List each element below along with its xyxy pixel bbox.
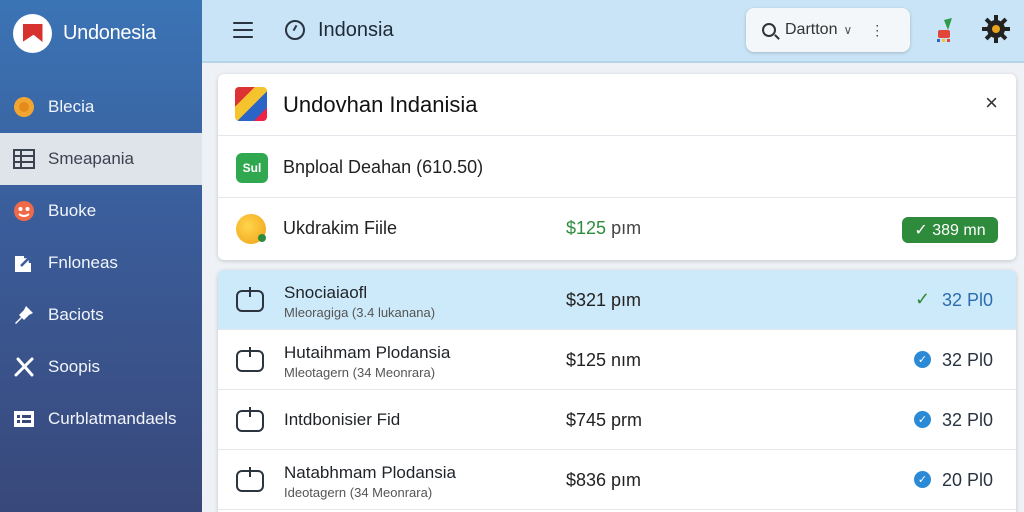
row-name: Natabhmam Plodansia — [284, 463, 456, 482]
file-price: $125 pım — [566, 218, 641, 239]
coin-icon — [13, 96, 35, 118]
check-icon: ✓ — [914, 289, 931, 309]
clock-icon — [285, 20, 305, 40]
status-badge[interactable]: ✓ 389 mn — [902, 217, 998, 243]
search-label: Dartton — [785, 21, 838, 38]
details-card: Undovhan Indanisia × Sul Bnploal Deahan … — [218, 74, 1016, 260]
menu-icon[interactable] — [233, 22, 253, 43]
check-icon: ✓ — [914, 411, 931, 428]
sidebar-item-6[interactable]: Curblatmandaels — [0, 393, 202, 445]
more-options-icon[interactable]: ⋮ — [870, 22, 884, 39]
row-price: $745 prm — [566, 410, 643, 430]
sidebar-item-label: Fnloneas — [48, 253, 118, 272]
external-link-icon — [13, 252, 35, 274]
row-subtitle: Mleotagern (34 Meonrara) — [284, 365, 436, 380]
chevron-down-icon: ∨ — [843, 23, 853, 37]
sidebar-item-0[interactable]: Blecia — [0, 81, 202, 133]
sidebar-item-4[interactable]: Baciots — [0, 289, 202, 341]
timer-icon — [236, 407, 264, 432]
table-icon — [13, 148, 35, 170]
row-value: 20 Pl0 — [942, 470, 994, 490]
gear-icon[interactable] — [981, 14, 1011, 44]
sidebar-item-label: Curblatmandaels — [48, 409, 177, 428]
sidebar-item-5[interactable]: Soopis — [0, 341, 202, 393]
row-value: 32 Pl0 — [942, 290, 994, 310]
tools-icon — [13, 356, 35, 378]
timer-icon — [236, 467, 264, 492]
row-subtitle: Mleoragiga (3.4 lukanana) — [284, 305, 436, 320]
upload-row[interactable]: Sul Bnploal Deahan (610.50) — [218, 136, 1016, 198]
search-dropdown[interactable]: Dartton ∨ ⋮ — [746, 8, 910, 52]
upload-badge: Sul — [236, 153, 268, 183]
upload-text: Bnploal Deahan (610.50) — [283, 157, 484, 177]
brand-title: Undonesia — [63, 21, 156, 44]
row-name: Snociaiaofl — [284, 283, 368, 302]
row-name: Hutaihmam Plodansia — [284, 343, 451, 362]
file-row[interactable]: Ukdrakim Fiile $125 pım ✓ 389 mn — [218, 198, 1016, 260]
sidebar-item-label: Smeapania — [48, 149, 135, 168]
file-price-unit: pım — [611, 218, 642, 238]
file-icon — [236, 214, 266, 244]
brand[interactable]: Undonesia — [0, 0, 202, 66]
card-header: Undovhan Indanisia × — [218, 74, 1016, 136]
sidebar-item-label: Soopis — [48, 357, 100, 376]
close-icon[interactable]: × — [985, 92, 998, 114]
sidebar-nav: Blecia Smeapania Buoke Fnloneas Baciots — [0, 81, 202, 445]
sidebar-item-2[interactable]: Buoke — [0, 185, 202, 237]
sidebar-item-label: Blecia — [48, 97, 95, 116]
table-row[interactable]: Snociaiaofl Mleoragiga (3.4 lukanana) $3… — [218, 270, 1016, 330]
row-price: $125 nım — [566, 350, 642, 370]
timer-icon — [236, 287, 264, 312]
items-table: Snociaiaofl Mleoragiga (3.4 lukanana) $3… — [218, 270, 1016, 512]
page-title: Indonsia — [318, 19, 394, 41]
table-row[interactable]: Natabhmam Plodansia Ideotagern (34 Meonr… — [218, 450, 1016, 510]
file-name: Ukdrakim Fiile — [283, 218, 398, 238]
search-icon — [762, 23, 776, 37]
top-bar: Indonsia Dartton ∨ ⋮ — [202, 0, 1024, 63]
table-row[interactable]: Hutaihmam Plodansia Mleotagern (34 Meonr… — [218, 330, 1016, 390]
row-price: $321 pım — [566, 290, 642, 310]
card-title: Undovhan Indanisia — [283, 92, 478, 117]
sidebar-item-3[interactable]: Fnloneas — [0, 237, 202, 289]
list-icon — [13, 408, 35, 430]
row-price: $836 pım — [566, 470, 642, 490]
sidebar-item-label: Buoke — [48, 201, 97, 220]
pin-icon — [13, 304, 35, 326]
flag-app-icon — [235, 87, 267, 121]
table-row[interactable]: Intdbonisier Fid $745 prm ✓ 32 Pl0 — [218, 390, 1016, 450]
file-price-amount: $125 — [566, 218, 607, 238]
sidebar: Undonesia Blecia Smeapania Buoke Fnlonea… — [0, 0, 202, 512]
sidebar-item-label: Baciots — [48, 305, 104, 324]
paint-icon[interactable] — [932, 16, 956, 46]
row-value: 32 Pl0 — [942, 410, 994, 430]
row-value: 32 Pl0 — [942, 350, 994, 370]
row-subtitle: Ideotagern (34 Meonrara) — [284, 485, 433, 500]
brand-logo-icon — [13, 13, 52, 53]
check-icon: ✓ — [914, 471, 931, 488]
check-icon: ✓ — [914, 351, 931, 368]
sidebar-item-1[interactable]: Smeapania — [0, 133, 202, 185]
row-name: Intdbonisier Fid — [284, 410, 401, 429]
timer-icon — [236, 347, 264, 372]
emoji-icon — [13, 200, 35, 222]
